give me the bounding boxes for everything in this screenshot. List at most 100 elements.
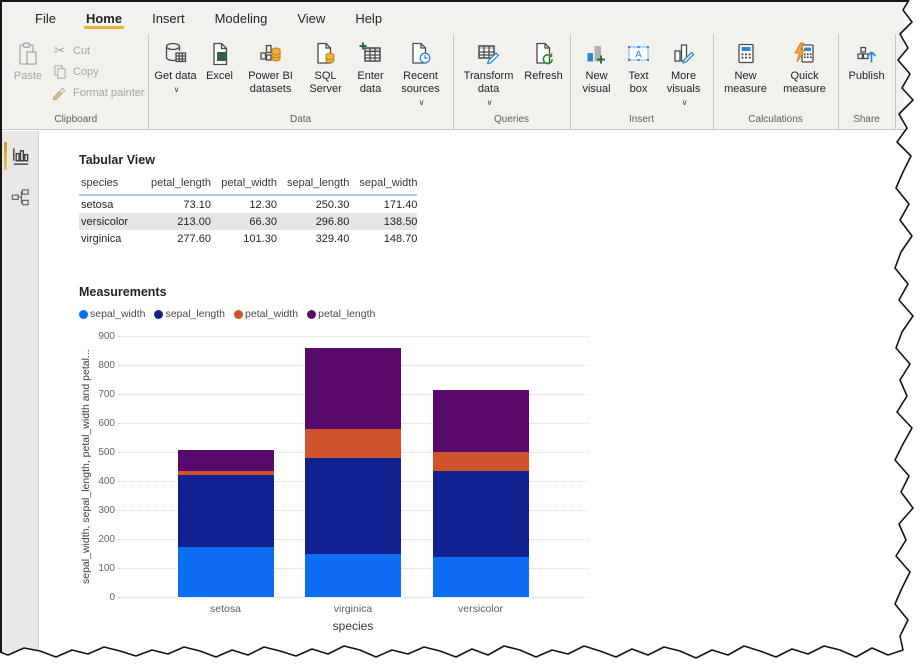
sidebar-item-model-view[interactable]: [2, 181, 38, 213]
recent-sources-label: Recent sources: [392, 70, 450, 96]
bar-segment-petal_width[interactable]: [305, 429, 401, 458]
value-cell: 12.30: [211, 195, 277, 213]
database-icon: [163, 37, 189, 70]
bar-segment-sepal_width[interactable]: [433, 557, 529, 597]
tab-home[interactable]: Home: [71, 11, 137, 26]
column-header[interactable]: sepal_length: [277, 174, 349, 195]
value-cell: 250.30: [277, 195, 349, 213]
sql-server-label: SQL Server: [302, 70, 350, 96]
value-cell: 138.50: [349, 213, 417, 230]
chart-visual[interactable]: Measurements sepal_width sepal_length pe…: [79, 285, 639, 650]
bar-segment-petal_length[interactable]: [305, 348, 401, 429]
chevron-down-icon: ∨: [419, 96, 425, 109]
y-tick-label: 600: [89, 418, 115, 429]
y-tick-label: 300: [89, 505, 115, 516]
chevron-down-icon: ∨: [682, 96, 688, 109]
x-category-label: versicolor: [426, 603, 536, 615]
bar-segment-petal_width[interactable]: [433, 452, 529, 471]
column-header[interactable]: petal_width: [211, 174, 277, 195]
legend-item[interactable]: petal_length: [307, 308, 375, 320]
table-row[interactable]: virginica277.60101.30329.40148.70: [79, 230, 417, 247]
y-tick-label: 800: [89, 360, 115, 371]
text-box-button[interactable]: A Text box: [620, 34, 658, 96]
value-cell: 73.10: [141, 195, 211, 213]
refresh-button[interactable]: Refresh: [521, 34, 567, 83]
legend-item[interactable]: sepal_width: [79, 308, 145, 320]
value-cell: 66.30: [211, 213, 277, 230]
y-tick-label: 100: [89, 563, 115, 574]
publish-button[interactable]: Publish: [842, 34, 892, 83]
sidebar-item-report-view[interactable]: [2, 140, 38, 172]
bar-segment-sepal_length[interactable]: [433, 471, 529, 557]
group-share: Publish Share: [839, 34, 896, 129]
value-cell: 101.30: [211, 230, 277, 247]
more-visuals-button[interactable]: More visuals∨: [658, 34, 710, 109]
sql-server-button[interactable]: SQL Server: [302, 34, 350, 96]
y-tick-label: 400: [89, 476, 115, 487]
copy-button[interactable]: Copy: [49, 61, 145, 82]
bar-segment-petal_width[interactable]: [178, 471, 274, 475]
paste-button[interactable]: Paste: [7, 34, 49, 83]
column-header[interactable]: petal_length: [141, 174, 211, 195]
transform-data-button[interactable]: Transform data∨: [457, 34, 521, 109]
bar-segment-petal_length[interactable]: [433, 390, 529, 452]
format-painter-icon: [51, 85, 68, 101]
cut-label: Cut: [73, 45, 90, 57]
legend-item[interactable]: sepal_length: [154, 308, 225, 320]
format-painter-label: Format painter: [73, 87, 145, 99]
chart-legend: sepal_width sepal_length petal_width pet…: [79, 308, 639, 320]
bar-segment-sepal_length[interactable]: [178, 475, 274, 548]
tab-view[interactable]: View: [282, 11, 340, 26]
recent-sources-button[interactable]: Recent sources∨: [392, 34, 450, 109]
transform-data-label: Transform data: [457, 70, 521, 96]
svg-text:X: X: [219, 52, 224, 61]
tab-modeling[interactable]: Modeling: [200, 11, 283, 26]
legend-dot-icon: [307, 310, 316, 319]
publish-label: Publish: [848, 70, 884, 83]
y-tick-label: 0: [89, 592, 115, 603]
powerbi-datasets-label: Power BI datasets: [240, 70, 302, 96]
transform-data-icon: [476, 37, 502, 70]
group-calculations: New measure: [714, 34, 839, 129]
legend-dot-icon: [79, 310, 88, 319]
chevron-down-icon: ∨: [487, 96, 493, 109]
tab-help[interactable]: Help: [340, 11, 397, 26]
chevron-down-icon: ∨: [174, 83, 180, 96]
ribbon-body: Paste ✂ Cut: [2, 34, 904, 129]
enter-data-icon: [358, 37, 384, 70]
quick-measure-button[interactable]: Quick measure: [775, 34, 835, 96]
powerbi-datasets-button[interactable]: Power BI datasets: [240, 34, 302, 96]
scissors-icon: ✂: [51, 42, 68, 59]
enter-data-button[interactable]: Enter data: [350, 34, 392, 96]
group-label-insert: Insert: [574, 114, 710, 129]
table-visual[interactable]: Tabular View species petal_length petal_…: [79, 153, 417, 247]
bar-segment-sepal_width[interactable]: [305, 554, 401, 597]
bar-segment-petal_length[interactable]: [178, 450, 274, 471]
excel-button[interactable]: X Excel: [200, 34, 240, 83]
legend-dot-icon: [154, 310, 163, 319]
bar-segment-sepal_length[interactable]: [305, 458, 401, 554]
format-painter-button[interactable]: Format painter: [49, 82, 145, 103]
cut-button[interactable]: ✂ Cut: [49, 40, 145, 61]
group-clipboard: Paste ✂ Cut: [4, 34, 149, 129]
view-sidebar: [2, 131, 39, 652]
legend-item[interactable]: petal_width: [234, 308, 298, 320]
paste-label: Paste: [14, 70, 42, 83]
gridline: [118, 336, 588, 337]
copy-label: Copy: [73, 66, 99, 78]
calculator-icon: [733, 37, 759, 70]
new-measure-button[interactable]: New measure: [717, 34, 775, 96]
bar-segment-sepal_width[interactable]: [178, 547, 274, 597]
report-view-icon: [10, 146, 31, 167]
new-visual-button[interactable]: New visual: [574, 34, 620, 96]
table-row[interactable]: versicolor213.0066.30296.80138.50: [79, 213, 417, 230]
tab-insert[interactable]: Insert: [137, 11, 200, 26]
recent-sources-icon: [408, 37, 434, 70]
column-header[interactable]: species: [79, 174, 141, 195]
column-header[interactable]: sepal_width: [349, 174, 417, 195]
group-queries: Transform data∨ Refresh Que: [454, 34, 571, 129]
tab-file[interactable]: File: [20, 11, 71, 26]
table-row[interactable]: setosa73.1012.30250.30171.40: [79, 195, 417, 213]
lightning-calculator-icon: [792, 37, 818, 70]
get-data-button[interactable]: Get data∨: [152, 34, 200, 96]
